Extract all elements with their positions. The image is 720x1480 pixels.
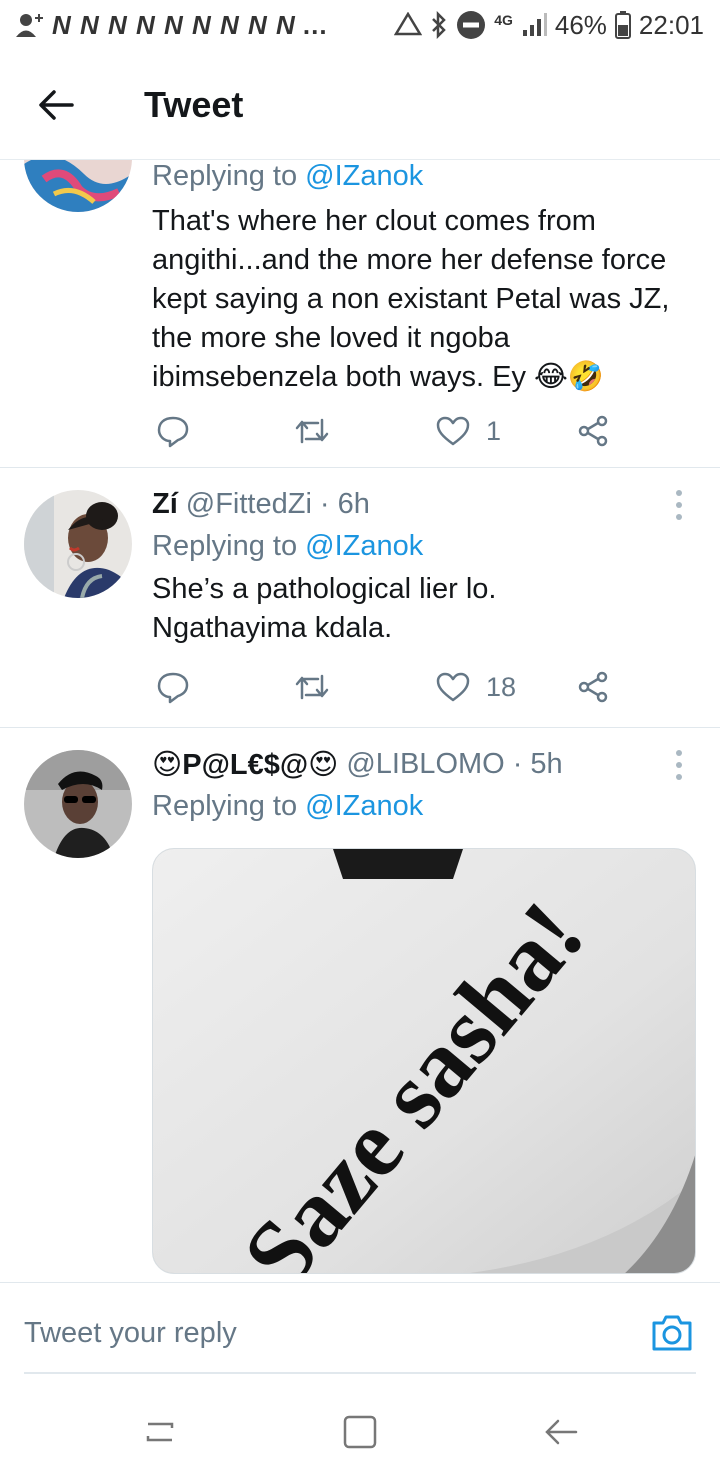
network-type: 4G	[494, 12, 513, 28]
retweet-button[interactable]	[294, 416, 330, 446]
do-not-disturb-icon	[456, 10, 486, 40]
home-button[interactable]	[338, 1410, 382, 1454]
display-name[interactable]: Zí	[152, 488, 178, 521]
signal-icon	[521, 12, 547, 38]
tweet-text: That's where her clout comes from angith…	[152, 205, 670, 393]
tweet-header: 😍P@L€$@😍 @LIBLOMO · 5h	[152, 744, 696, 784]
avatar[interactable]	[24, 490, 132, 598]
system-back-button[interactable]	[540, 1410, 584, 1454]
more-options-button[interactable]	[676, 490, 686, 526]
retweet-icon	[295, 674, 329, 700]
display-name[interactable]: 😍P@L€$@😍	[152, 747, 338, 782]
reply-mention-link[interactable]: @IZanok	[305, 530, 423, 562]
recent-apps-button[interactable]	[138, 1410, 182, 1454]
replying-to: Replying to @IZanok	[152, 160, 696, 196]
retweet-button[interactable]	[294, 672, 330, 702]
retweet-icon	[295, 418, 329, 444]
tweet-item[interactable]: Zí @FittedZi · 6h Replying to @IZanok Sh…	[0, 468, 720, 728]
more-vertical-icon	[676, 490, 686, 520]
reply-mention-link[interactable]: @IZanok	[305, 790, 423, 822]
tweet-time: · 5h	[512, 747, 563, 780]
reply-bubble-icon	[157, 416, 189, 448]
back-icon	[545, 1419, 578, 1445]
tweet-media-image[interactable]: Saze sasha!	[152, 848, 696, 1274]
clock: 22:01	[638, 9, 704, 40]
add-user-icon	[16, 12, 46, 38]
tweet-time: · 6h	[319, 487, 370, 520]
avatar[interactable]	[24, 160, 132, 212]
reply-mention-link[interactable]: @IZanok	[305, 160, 423, 192]
replying-prefix: Replying to	[152, 530, 298, 562]
share-button[interactable]	[578, 671, 610, 703]
more-vertical-icon	[676, 750, 686, 780]
replying-prefix: Replying to	[152, 790, 298, 822]
battery-percent: 46%	[554, 9, 607, 40]
like-button[interactable]: 1	[436, 416, 501, 447]
tweet-item[interactable]: Replying to @IZanok That's where her clo…	[0, 160, 720, 468]
reply-input[interactable]: Tweet your reply	[24, 1317, 237, 1350]
system-nav-bar	[0, 1386, 720, 1480]
like-count: 18	[486, 671, 517, 702]
reply-button[interactable]	[156, 670, 190, 704]
share-icon	[578, 415, 608, 447]
heart-icon	[436, 672, 470, 702]
reply-button[interactable]	[156, 414, 190, 448]
arrow-left-icon	[39, 89, 74, 120]
like-count: 1	[486, 415, 502, 446]
reply-bubble-icon	[157, 672, 189, 704]
replying-prefix: Replying to	[152, 160, 298, 192]
replying-to: Replying to @IZanok	[152, 526, 696, 566]
page-title: Tweet	[144, 83, 244, 125]
battery-icon	[614, 11, 631, 39]
status-bar: N N N N N N N N N … 4G 46% 22:01	[0, 0, 720, 50]
more-notifications-icon: …	[301, 9, 328, 40]
bluetooth-icon	[430, 11, 448, 39]
replying-to: Replying to @IZanok	[152, 786, 696, 826]
input-underline	[24, 1372, 696, 1374]
tweet-header: Zí @FittedZi · 6h	[152, 484, 696, 524]
avatar[interactable]	[24, 750, 132, 858]
back-button[interactable]	[26, 75, 86, 135]
recycle-icon	[394, 12, 423, 38]
user-handle[interactable]: @LIBLOMO	[346, 748, 504, 781]
reply-composer: Tweet your reply	[0, 1282, 720, 1386]
share-button[interactable]	[578, 415, 610, 447]
more-options-button[interactable]	[676, 750, 686, 786]
tweet-text: She’s a pathological lier lo. Ngathayima…	[152, 573, 497, 644]
heart-icon	[436, 416, 470, 446]
camera-icon	[652, 1315, 692, 1351]
user-handle[interactable]: @FittedZi	[186, 488, 312, 521]
camera-button[interactable]	[650, 1313, 694, 1353]
share-icon	[578, 671, 608, 703]
like-button[interactable]: 18	[436, 672, 516, 703]
recent-apps-icon	[146, 1422, 174, 1442]
tweet-actions: 18	[152, 662, 632, 712]
home-icon	[343, 1415, 377, 1449]
app-bar: Tweet	[0, 50, 720, 160]
tweet-actions: 1	[152, 406, 632, 456]
notification-glyphs: N N N N N N N N N	[52, 9, 296, 40]
